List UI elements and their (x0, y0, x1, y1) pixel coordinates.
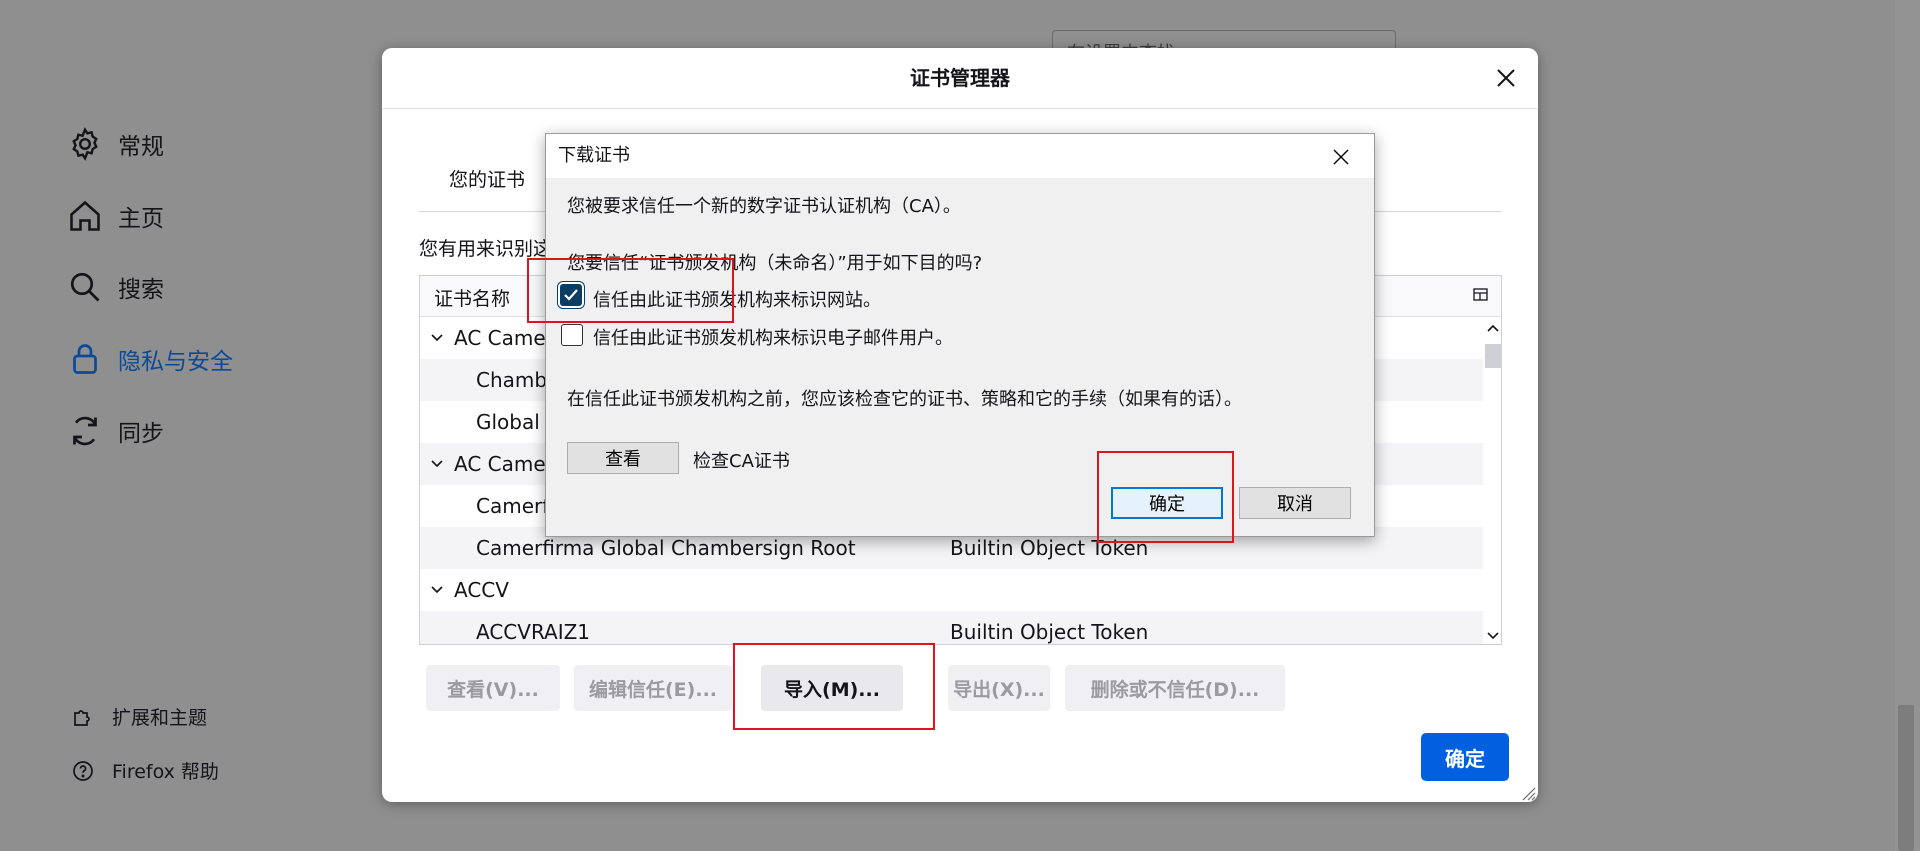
tree-scrollbar[interactable] (1483, 316, 1501, 644)
sidebar-help-link[interactable]: Firefox 帮助 (70, 757, 219, 784)
lock-icon (66, 340, 104, 378)
sidebar-label: 常规 (118, 134, 164, 160)
dialog-title: 下载证书 (546, 134, 1374, 178)
tree-row-item[interactable]: ACCVRAIZ1 Builtin Object Token (420, 611, 1483, 644)
help-icon (70, 758, 96, 784)
sidebar-item-search[interactable]: 搜索 (66, 265, 164, 309)
dialog-title: 证书管理器 (382, 48, 1538, 109)
column-cert-name[interactable]: 证书名称 (434, 284, 510, 311)
cert-manager-ok-button[interactable]: 确定 (1421, 733, 1509, 781)
trust-advice-text: 在信任此证书颁发机构之前，您应该检查它的证书、策略和它的手续（如果有的话）。 (567, 389, 1242, 410)
trust-request-text: 您被要求信任一个新的数字证书认证机构（CA）。 (567, 196, 961, 217)
chevron-down-icon (430, 583, 448, 597)
chevron-down-icon[interactable] (1486, 628, 1500, 644)
edit-trust-button[interactable]: 编辑信任(E)... (574, 665, 732, 711)
tree-scrollbar-thumb[interactable] (1485, 344, 1501, 368)
search-icon (66, 268, 104, 306)
security-device: Builtin Object Token (950, 620, 1149, 644)
annotation-box-checkbox (527, 258, 734, 323)
sidebar-label: 搜索 (118, 277, 164, 303)
export-button[interactable]: 导出(X)... (948, 665, 1050, 711)
cert-description: 您有用来识别这些证书颁发机构的证书 (419, 238, 559, 260)
sidebar-label: 主页 (118, 206, 164, 232)
sidebar-label: 同步 (118, 421, 164, 447)
delete-distrust-button[interactable]: 删除或不信任(D)... (1065, 665, 1285, 711)
footer-label: Firefox 帮助 (112, 761, 219, 783)
gear-icon (66, 125, 104, 163)
trust-email-label[interactable]: 信任由此证书颁发机构来标识电子邮件用户。 (593, 324, 953, 350)
view-ca-button[interactable]: 查看 (567, 442, 679, 474)
sidebar-extensions-link[interactable]: 扩展和主题 (70, 703, 207, 730)
chevron-down-icon (430, 331, 448, 345)
close-icon[interactable] (1328, 144, 1354, 170)
sidebar-label: 隐私与安全 (118, 349, 233, 375)
chevron-down-icon (430, 457, 448, 471)
annotation-box-ok (1097, 451, 1234, 543)
footer-label: 扩展和主题 (112, 707, 208, 729)
home-icon (66, 197, 104, 235)
chevron-up-icon[interactable] (1486, 320, 1500, 339)
cert-name: ACCVRAIZ1 (476, 620, 591, 644)
download-certificate-dialog: 下载证书 您被要求信任一个新的数字证书认证机构（CA）。 您要信任“证书颁发机构… (545, 133, 1375, 537)
annotation-box-import (733, 643, 935, 730)
sidebar-item-privacy[interactable]: 隐私与安全 (66, 337, 233, 381)
sidebar-item-home[interactable]: 主页 (66, 194, 164, 238)
view-ca-label: 检查CA证书 (693, 451, 790, 472)
page-scrollbar-thumb[interactable] (1898, 705, 1914, 851)
sync-icon (66, 412, 104, 450)
cert-name: Camerfirma Global Chambersign Root (476, 536, 856, 560)
tree-row-group[interactable]: ACCV (420, 569, 1483, 611)
group-name: ACCV (454, 578, 509, 602)
tab-your-certificates[interactable]: 您的证书 (449, 165, 525, 192)
column-picker-icon[interactable] (1472, 286, 1492, 306)
view-button[interactable]: 查看(V)... (426, 665, 560, 711)
puzzle-icon (70, 704, 96, 730)
trust-email-checkbox[interactable] (561, 324, 583, 346)
download-cancel-button[interactable]: 取消 (1239, 487, 1351, 519)
sidebar-item-general[interactable]: 常规 (66, 122, 164, 166)
close-icon[interactable] (1490, 62, 1522, 94)
sidebar-item-sync[interactable]: 同步 (66, 409, 164, 453)
resize-grip-icon[interactable] (1518, 783, 1536, 801)
